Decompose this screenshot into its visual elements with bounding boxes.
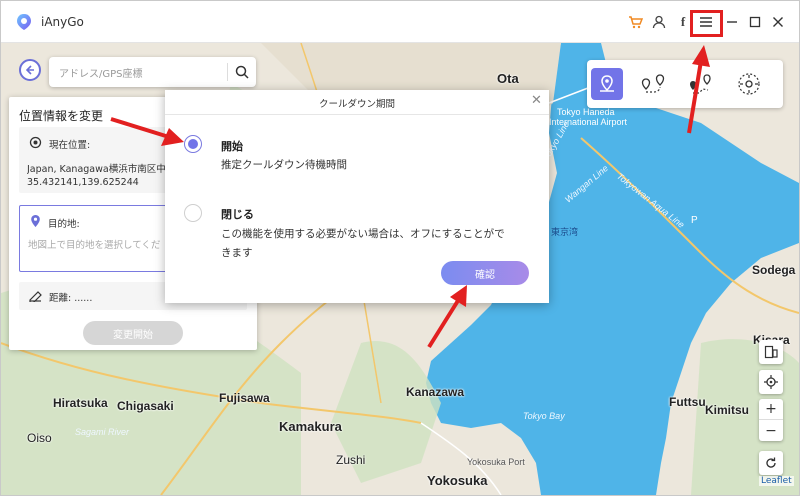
- map-label-yokosuka: Yokosuka: [427, 473, 488, 488]
- ianygo-logo-icon: [17, 14, 31, 30]
- refresh-icon: [766, 457, 776, 468]
- minimize-icon[interactable]: [724, 14, 740, 30]
- dialog-close-icon[interactable]: ✕: [531, 93, 542, 108]
- option-close-title: 閉じる: [221, 208, 254, 221]
- title-bar: iAnyGo f: [1, 1, 799, 43]
- dialog-divider: [165, 114, 549, 115]
- map-label-ota: Ota: [497, 71, 519, 86]
- option-start-title: 開始: [221, 140, 243, 153]
- close-window-icon[interactable]: [770, 14, 786, 30]
- teleport-mode-button[interactable]: [591, 68, 623, 100]
- map-label-yokosuka-port: Yokosuka Port: [467, 457, 525, 467]
- radio-start[interactable]: [184, 135, 202, 153]
- map-label-futtsu: Futtsu: [669, 395, 706, 409]
- joystick-mode-button[interactable]: [733, 68, 765, 100]
- map-attribution[interactable]: Leaflet: [759, 476, 794, 486]
- current-location-label: 現在位置:: [49, 140, 91, 151]
- back-button[interactable]: [19, 59, 41, 81]
- target-icon: [29, 136, 42, 149]
- map-label-hiratsuka: Hiratsuka: [53, 396, 108, 410]
- ruler-icon: [29, 291, 42, 302]
- option-close-desc-line2: きます: [221, 247, 253, 259]
- map-label-fujisawa: Fujisawa: [219, 391, 270, 405]
- reset-button[interactable]: [759, 451, 783, 475]
- map-label-kimitsu: Kimitsu: [705, 403, 750, 417]
- teleport-pin-icon: [600, 75, 614, 92]
- devices-icon: [764, 345, 778, 359]
- map-label-tokyo-bay-jp: 東京湾: [551, 227, 579, 237]
- menu-highlight-box: [690, 10, 723, 37]
- joystick-icon: [738, 73, 760, 95]
- map-label-sagami-river: Sagami River: [75, 427, 130, 437]
- confirm-button[interactable]: 確認: [441, 261, 529, 285]
- zoom-in-button[interactable]: +: [759, 399, 783, 420]
- map-label-oiso: Oiso: [27, 431, 52, 445]
- map-label-tokyo-bay: Tokyo Bay: [523, 411, 565, 421]
- search-icon[interactable]: [234, 64, 250, 80]
- facebook-icon[interactable]: f: [675, 14, 691, 30]
- location-pin-icon: [31, 215, 40, 227]
- crosshair-icon: [764, 375, 778, 389]
- destination-hint: 地図上で目的地を選択してくだ: [28, 240, 161, 251]
- option-start-desc: 推定クールダウン待機時間: [221, 159, 347, 171]
- cooldown-dialog: クールダウン期間 ✕ 開始 推定クールダウン待機時間 閉じる この機能を使用する…: [165, 90, 549, 303]
- search-input[interactable]: アドレス/GPS座標: [59, 65, 143, 80]
- search-divider: [227, 63, 228, 81]
- start-change-button[interactable]: 変更開始: [83, 321, 183, 345]
- option-close-desc-line1: この機能を使用する必要がない場合は、オフにすることがで: [221, 228, 505, 240]
- locate-me-button[interactable]: [759, 370, 783, 394]
- app-title: iAnyGo: [41, 15, 84, 29]
- maximize-icon[interactable]: [747, 14, 763, 30]
- user-icon[interactable]: [651, 14, 667, 30]
- two-spot-route-icon: [641, 74, 665, 93]
- distance-label: 距離: ......: [49, 293, 93, 304]
- radio-close[interactable]: [184, 204, 202, 222]
- zoom-control: + −: [759, 399, 783, 441]
- map-label-zushi: Zushi: [336, 453, 366, 467]
- current-coordinates: 35.432141,139.625244: [27, 177, 139, 188]
- map-label-kamakura: Kamakura: [279, 419, 342, 434]
- panel-title: 位置情報を変更: [19, 109, 104, 123]
- app-window: iAnyGo f Ota Tokyo Haneda International …: [0, 0, 800, 496]
- map-label-haneda: Tokyo Haneda: [557, 107, 615, 117]
- map-label-chigasaki: Chigasaki: [117, 399, 174, 413]
- multi-spot-route-icon: [690, 74, 711, 94]
- search-bar: アドレス/GPS座標: [49, 57, 256, 87]
- destination-label: 目的地:: [48, 219, 80, 230]
- dialog-title: クールダウン期間: [318, 99, 395, 110]
- map-label-kanazawa: Kanazawa: [406, 385, 465, 399]
- device-switch-button[interactable]: [759, 340, 783, 364]
- arrow-left-icon: [25, 65, 34, 75]
- multi-spot-mode-button[interactable]: [685, 68, 717, 100]
- mode-toolbar: [587, 60, 783, 108]
- two-spot-mode-button[interactable]: [637, 68, 669, 100]
- cart-icon[interactable]: [627, 14, 643, 30]
- map-label-sodega: Sodega: [752, 263, 796, 277]
- zoom-out-button[interactable]: −: [759, 420, 783, 441]
- map-label-p: P: [691, 215, 698, 226]
